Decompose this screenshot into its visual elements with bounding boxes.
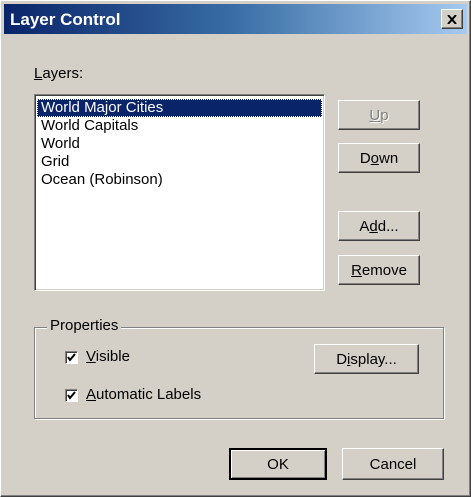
properties-legend: Properties — [47, 317, 122, 334]
up-button-label: Up — [369, 106, 389, 124]
list-item[interactable]: World Major Cities — [37, 99, 322, 117]
down-button-label: Down — [359, 149, 399, 167]
layers-label: Layers: — [34, 65, 83, 82]
remove-button[interactable]: Remove — [338, 255, 420, 285]
down-button[interactable]: Down — [338, 143, 420, 173]
cancel-button-label: Cancel — [369, 455, 417, 473]
list-item[interactable]: Grid — [37, 153, 322, 171]
visible-checkbox[interactable] — [65, 351, 78, 364]
up-button[interactable]: Up — [338, 100, 420, 130]
list-item[interactable]: World Capitals — [37, 117, 322, 135]
close-icon — [447, 14, 457, 24]
visible-label[interactable]: Visible — [86, 348, 130, 365]
layers-listbox[interactable]: World Major Cities World Capitals World … — [34, 94, 325, 291]
cancel-button[interactable]: Cancel — [342, 448, 444, 480]
window-title: Layer Control — [10, 10, 121, 29]
list-item[interactable]: Ocean (Robinson) — [37, 171, 322, 189]
list-item[interactable]: World — [37, 135, 322, 153]
close-button[interactable] — [441, 9, 463, 29]
automatic-labels-label[interactable]: Automatic Labels — [86, 386, 201, 403]
layers-label-rest: ayers: — [42, 65, 84, 82]
display-button-label: Display... — [336, 350, 397, 368]
add-button[interactable]: Add... — [338, 211, 420, 241]
display-button[interactable]: Display... — [314, 344, 419, 374]
layer-control-dialog: Layer Control Layers: World Major Cities… — [0, 0, 471, 497]
checkmark-icon — [67, 353, 76, 362]
checkmark-icon — [67, 391, 76, 400]
title-bar[interactable]: Layer Control — [4, 4, 467, 34]
remove-button-label: Remove — [351, 261, 407, 279]
automatic-labels-checkbox[interactable] — [65, 389, 78, 402]
add-button-label: Add... — [359, 217, 399, 235]
ok-button[interactable]: OK — [229, 448, 327, 480]
ok-button-label: OK — [267, 455, 289, 473]
